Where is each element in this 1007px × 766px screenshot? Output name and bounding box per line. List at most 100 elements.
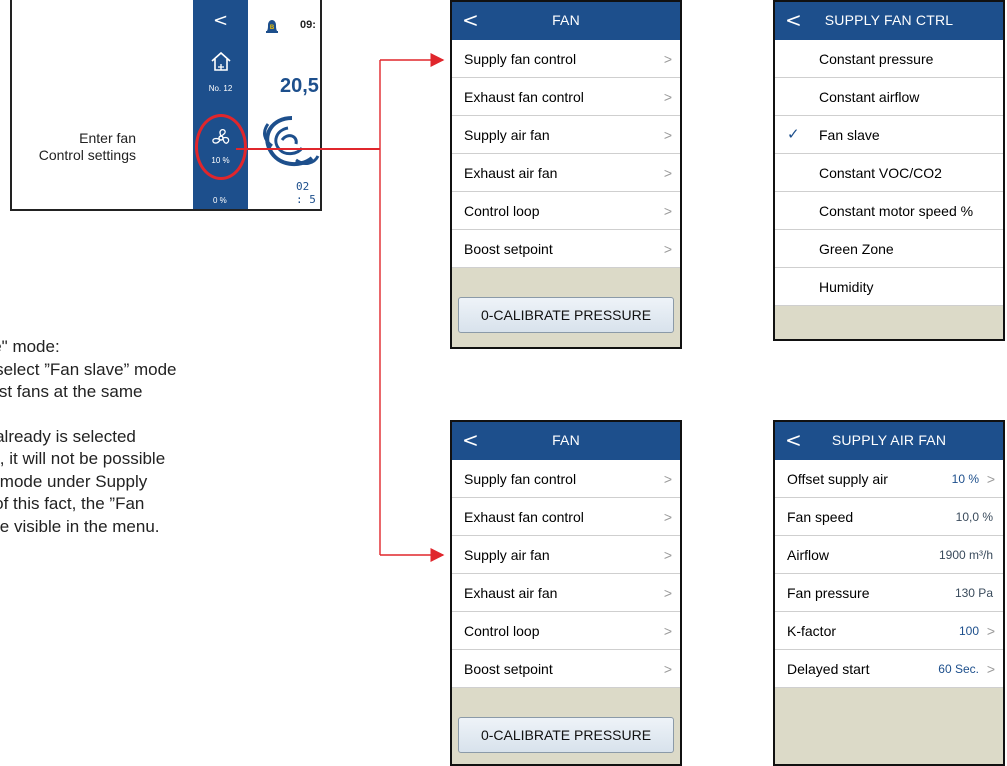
setting-value: 10 % [951,472,979,486]
setting-label: Fan speed [787,509,854,525]
setting-label: Airflow [787,547,830,563]
screen-header: < FAN [452,422,680,460]
note-line: ave” mode under Supply [0,471,148,491]
chevron-right-icon: > [663,585,672,601]
menu-item-control-loop[interactable]: Control loop > [452,192,680,230]
screen-title: FAN [552,12,580,28]
option-label: Constant VOC/CO2 [819,165,942,181]
option-constant-voc-co2[interactable]: Constant VOC/CO2 [775,154,1003,192]
menu-item-label: Exhaust fan control [464,509,584,525]
option-constant-motor-speed[interactable]: Constant motor speed % [775,192,1003,230]
note-line: e to select ”Fan slave” mode [0,359,177,379]
setting-airflow: Airflow 1900 m³/h [775,536,1003,574]
setting-fan-pressure: Fan pressure 130 Pa [775,574,1003,612]
option-label: Constant pressure [819,51,934,67]
screen-title: SUPPLY FAN CTRL [824,12,954,28]
menu-item-label: Exhaust air fan [464,165,558,181]
supply-fan-ctrl-screen: < SUPPLY FAN CTRL Constant pressure Cons… [773,0,1005,341]
setting-value: 1900 m³/h [938,548,993,562]
setting-label: Offset supply air [787,471,888,487]
note-line: xhaust fans at the same [0,382,143,401]
fan-menu-screen-top: < FAN Supply fan control > Exhaust fan co… [450,0,682,349]
note-line: use of this fact, the ”Fan [0,494,145,513]
calibrate-pressure-button[interactable]: 0-CALIBRATE PRESSURE [458,717,674,753]
chevron-right-icon: > [663,127,672,143]
setting-value: 100 [958,624,979,638]
supply-air-fan-screen: < SUPPLY AIR FAN Offset supply air 10 % > … [773,420,1005,766]
menu-item-boost-setpoint[interactable]: Boost setpoint > [452,230,680,268]
chevron-right-icon: > [663,509,672,525]
menu-item-exhaust-fan-control[interactable]: Exhaust fan control > [452,498,680,536]
menu-item-boost-setpoint[interactable]: Boost setpoint > [452,650,680,688]
menu-item-label: Exhaust fan control [464,89,584,105]
note-line: ir fan, it will not be possible [0,449,166,468]
menu-item-label: Boost setpoint [464,241,553,257]
settings-list: Offset supply air 10 % > Fan speed 10,0 % A… [775,460,1003,688]
checkmark-icon: ✓ [787,126,800,143]
menu-item-control-loop[interactable]: Control loop > [452,612,680,650]
chevron-right-icon: > [663,471,672,487]
screen-title: FAN [552,432,580,448]
menu-item-label: Control loop [464,623,540,639]
menu-item-supply-fan-control[interactable]: Supply fan control > [452,460,680,498]
menu-item-label: Supply fan control [464,51,577,67]
fan-menu-screen-bottom: < FAN Supply fan control > Exhaust fan co… [450,420,682,766]
setting-delayed-start[interactable]: Delayed start 60 Sec. > [775,650,1003,688]
chevron-right-icon: > [986,661,995,677]
menu-item-exhaust-air-fan[interactable]: Exhaust air fan > [452,154,680,192]
chevron-right-icon: > [663,51,672,67]
menu-item-supply-air-fan[interactable]: Supply air fan > [452,116,680,154]
screen-title: SUPPLY AIR FAN [831,432,947,448]
calibrate-pressure-button[interactable]: 0-CALIBRATE PRESSURE [458,297,674,333]
option-green-zone[interactable]: Green Zone [775,230,1003,268]
menu-item-exhaust-fan-control[interactable]: Exhaust fan control > [452,78,680,116]
arrow-to-supply-fan-control [379,60,443,555]
menu-item-label: Exhaust air fan [464,585,558,601]
chevron-right-icon: > [663,547,672,563]
note-line: not be visible in the menu. [0,516,160,536]
setting-label: Fan pressure [787,585,870,601]
chevron-right-icon: > [663,165,672,181]
note-line [0,404,176,426]
chevron-right-icon: > [663,623,672,639]
chevron-right-icon: > [663,661,672,677]
note-line: slave" mode: [0,337,60,356]
menu-item-label: Boost setpoint [464,661,553,677]
option-label: Fan slave [819,127,880,143]
menu-item-label: Control loop [464,203,540,219]
menu-item-exhaust-air-fan[interactable]: Exhaust air fan > [452,574,680,612]
menu-list: Supply fan control > Exhaust fan control >… [452,40,680,268]
setting-value: 10,0 % [955,510,993,524]
chevron-right-icon: > [986,623,995,639]
setting-offset-supply-air[interactable]: Offset supply air 10 % > [775,460,1003,498]
chevron-right-icon: > [663,241,672,257]
menu-item-label: Supply air fan [464,547,550,563]
screen-header: < SUPPLY AIR FAN [775,422,1003,460]
setting-label: Delayed start [787,661,870,677]
option-humidity[interactable]: Humidity [775,268,1003,306]
option-fan-slave[interactable]: ✓ Fan slave [775,116,1003,154]
option-label: Constant motor speed % [819,203,974,219]
setting-k-factor[interactable]: K-factor 100 > [775,612,1003,650]
setting-value: 130 Pa [954,586,993,600]
menu-item-supply-fan-control[interactable]: Supply fan control > [452,40,680,78]
option-constant-airflow[interactable]: Constant airflow [775,78,1003,116]
option-constant-pressure[interactable]: Constant pressure [775,40,1003,78]
option-label: Constant airflow [819,89,920,105]
screen-header: < FAN [452,2,680,40]
setting-value: 60 Sec. [938,662,979,676]
option-label: Green Zone [819,241,894,257]
chevron-right-icon: > [663,203,672,219]
menu-list: Supply fan control > Exhaust fan control >… [452,460,680,688]
setting-fan-speed: Fan speed 10,0 % [775,498,1003,536]
menu-item-label: Supply air fan [464,127,550,143]
menu-item-supply-air-fan[interactable]: Supply air fan > [452,536,680,574]
note-line: ode already is selected [0,426,136,446]
chevron-right-icon: > [986,471,995,487]
setting-label: K-factor [787,623,837,639]
fan-slave-note: slave" mode: e to select ”Fan slave” mod… [0,336,176,538]
option-list: Constant pressure Constant airflow ✓ Fan … [775,40,1003,306]
chevron-right-icon: > [663,89,672,105]
screen-header: < SUPPLY FAN CTRL [775,2,1003,40]
option-label: Humidity [819,279,874,295]
